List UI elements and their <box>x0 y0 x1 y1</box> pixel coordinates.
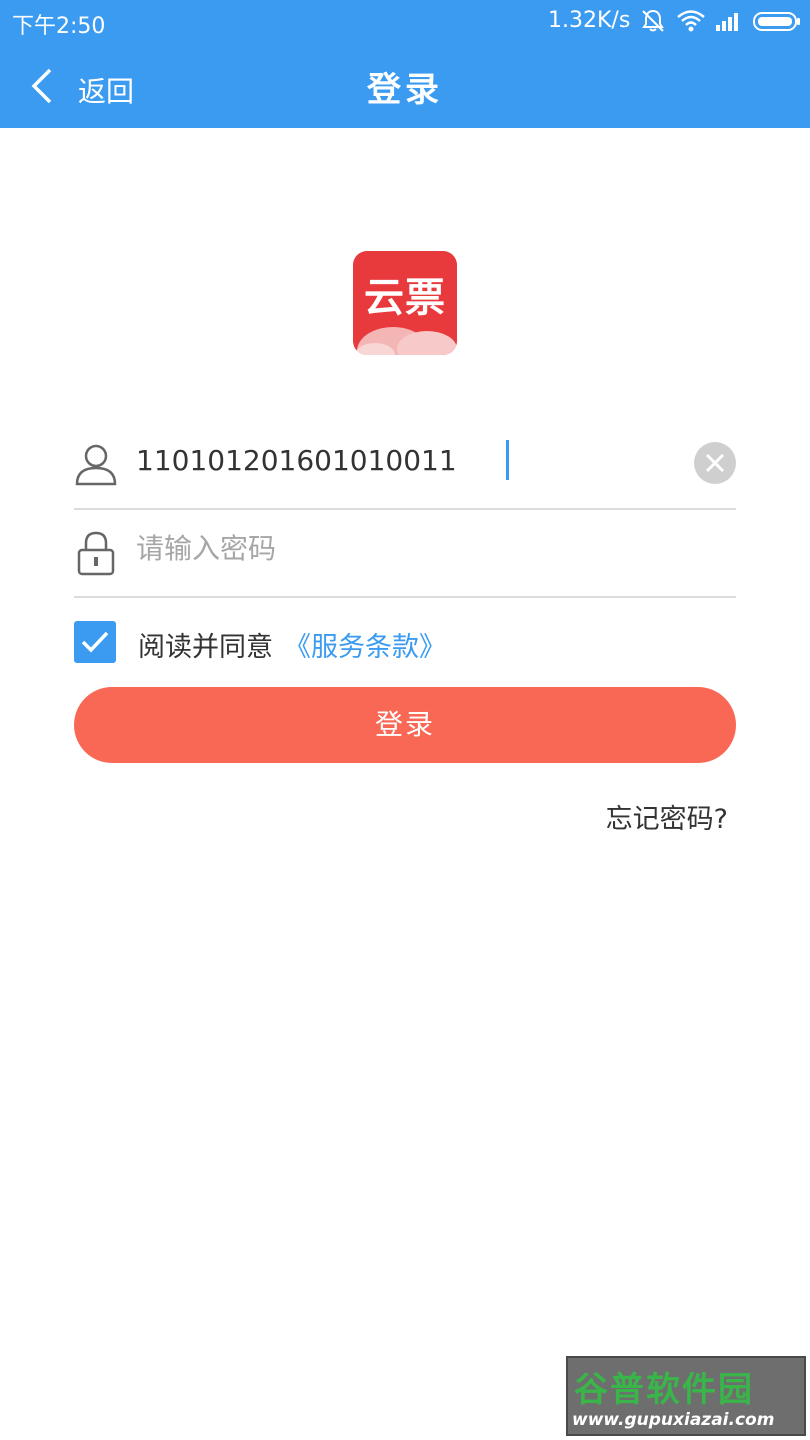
user-icon <box>75 444 117 486</box>
watermark-url: www.gupuxiazai.com <box>572 1410 775 1430</box>
app-logo: 云票 <box>353 251 457 355</box>
clear-button[interactable] <box>694 442 736 484</box>
status-time: 下午2:50 <box>12 14 106 39</box>
text-cursor <box>506 440 509 480</box>
battery-icon <box>753 12 800 31</box>
password-input[interactable] <box>136 526 676 570</box>
status-bar: 下午2:50 1.32K/s <box>0 0 810 44</box>
agree-checkbox[interactable] <box>74 621 116 663</box>
close-icon <box>705 453 725 473</box>
watermark: 谷普软件园 www.gupuxiazai.com <box>566 1356 806 1436</box>
signal-icon <box>716 13 738 31</box>
account-field <box>74 422 736 510</box>
watermark-title: 谷普软件园 <box>574 1370 754 1410</box>
cloud-icon <box>355 327 457 355</box>
notification-muted-icon <box>642 9 664 32</box>
navigation-bar: 返回 登录 <box>0 44 810 128</box>
agree-text: 阅读并同意 <box>138 632 273 663</box>
page-title: 登录 <box>367 70 443 110</box>
status-network-speed: 1.32K/s <box>548 8 631 33</box>
lock-icon <box>77 531 115 576</box>
divider <box>74 596 736 598</box>
forgot-password-link[interactable]: 忘记密码? <box>606 797 728 836</box>
wifi-icon <box>677 10 705 32</box>
login-button[interactable]: 登录 <box>74 687 736 763</box>
password-field <box>74 510 736 598</box>
account-input[interactable] <box>136 438 676 482</box>
checkmark-icon <box>81 631 109 653</box>
terms-link[interactable]: 《服务条款》 <box>284 625 446 664</box>
agreement-row: 阅读并同意 《服务条款》 <box>74 621 574 665</box>
